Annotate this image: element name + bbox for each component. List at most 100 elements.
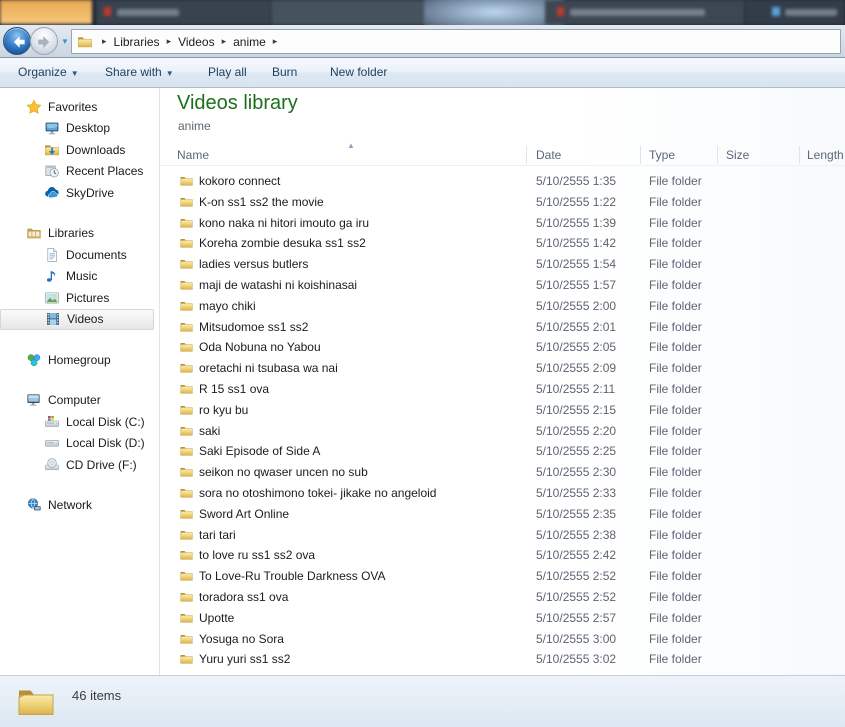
file-row[interactable]: R 15 ss1 ova 5/10/2555 2:11 File folder xyxy=(160,379,845,400)
folder-icon xyxy=(179,236,194,250)
file-row[interactable]: tari tari 5/10/2555 2:38 File folder xyxy=(160,525,845,546)
breadcrumb-item-videos[interactable]: Videos xyxy=(178,35,214,49)
file-row[interactable]: mayo chiki 5/10/2555 2:00 File folder xyxy=(160,296,845,317)
file-date: 5/10/2555 2:15 xyxy=(536,402,617,417)
file-name: toradora ss1 ova xyxy=(199,589,289,604)
sidebar-item-computer[interactable]: Computer xyxy=(0,390,159,412)
file-type: File folder xyxy=(649,194,702,209)
column-header-length[interactable]: Length xyxy=(807,148,844,162)
toolbar-button-new-folder[interactable]: New folder xyxy=(330,65,387,79)
file-row[interactable]: To Love-Ru Trouble Darkness OVA 5/10/2555… xyxy=(160,566,845,587)
status-bar: 46 items xyxy=(0,675,845,727)
sidebar-item-cd-drive-f[interactable]: CD Drive (F:) xyxy=(0,454,159,476)
sidebar-item-videos[interactable]: Videos xyxy=(0,308,154,330)
system-disk-icon xyxy=(44,414,60,430)
toolbar-button-play-all[interactable]: Play all xyxy=(208,65,247,79)
file-type: File folder xyxy=(649,465,702,480)
sidebar-item-libraries[interactable]: Libraries xyxy=(0,223,159,245)
forward-button[interactable] xyxy=(30,27,58,55)
breadcrumb-item-anime[interactable]: anime xyxy=(233,35,266,49)
column-header-name[interactable]: Name xyxy=(177,148,209,162)
back-icon xyxy=(13,36,25,48)
sidebar-item-skydrive[interactable]: SkyDrive xyxy=(0,182,159,204)
breadcrumb-item-libraries[interactable]: Libraries xyxy=(114,35,160,49)
sidebar-item-downloads[interactable]: Downloads xyxy=(0,139,159,161)
sidebar-item-label: Music xyxy=(66,269,98,284)
file-type: File folder xyxy=(649,423,702,438)
file-row[interactable]: Yosuga no Sora 5/10/2555 3:00 File folder xyxy=(160,629,845,650)
file-name: Koreha zombie desuka ss1 ss2 xyxy=(199,236,366,251)
file-date: 5/10/2555 2:25 xyxy=(536,444,617,459)
file-date: 5/10/2555 2:01 xyxy=(536,319,617,334)
sidebar-item-pictures[interactable]: Pictures xyxy=(0,287,159,309)
file-date: 5/10/2555 2:09 xyxy=(536,361,617,376)
sidebar-item-local-disk-c[interactable]: Local Disk (C:) xyxy=(0,411,159,433)
cd-drive-icon xyxy=(44,457,60,473)
sidebar-item-music[interactable]: Music xyxy=(0,266,159,288)
file-row[interactable]: kono naka ni hitori imouto ga iru 5/10/25… xyxy=(160,213,845,234)
address-breadcrumb-bar[interactable]: ▸ Libraries ▸ Videos ▸ anime ▸ xyxy=(71,29,841,54)
sidebar-item-documents[interactable]: Documents xyxy=(0,244,159,266)
background-orange-block xyxy=(0,0,92,24)
file-list: kokoro connect 5/10/2555 1:35 File folder K… xyxy=(160,171,845,670)
chevron-down-icon: ▼ xyxy=(165,69,174,78)
column-header-type[interactable]: Type xyxy=(649,148,675,162)
sidebar-item-local-disk-d[interactable]: Local Disk (D:) xyxy=(0,433,159,455)
breadcrumb-separator-icon: ▸ xyxy=(272,36,278,46)
file-row[interactable]: Upotte 5/10/2555 2:57 File folder xyxy=(160,608,845,629)
computer-icon xyxy=(26,392,42,408)
file-type: File folder xyxy=(649,548,702,563)
sidebar-item-favorites[interactable]: Favorites xyxy=(0,96,159,118)
column-header-date[interactable]: Date xyxy=(536,148,561,162)
column-header-size[interactable]: Size xyxy=(726,148,749,162)
file-type: File folder xyxy=(649,485,702,500)
file-type: File folder xyxy=(649,631,702,646)
folder-icon xyxy=(16,682,56,722)
recent-pages-chevron[interactable]: ▼ xyxy=(61,37,69,46)
background-tab-text xyxy=(570,9,705,16)
window-body: Favorites Desktop Downloads Recent Places Sk… xyxy=(0,88,845,675)
file-row[interactable]: maji de watashi ni koishinasai 5/10/2555 … xyxy=(160,275,845,296)
toolbar-button-share-with[interactable]: Share with ▼ xyxy=(105,65,174,79)
file-date: 5/10/2555 2:35 xyxy=(536,506,617,521)
sidebar-item-recent-places[interactable]: Recent Places xyxy=(0,161,159,183)
file-row[interactable]: Koreha zombie desuka ss1 ss2 5/10/2555 1:… xyxy=(160,233,845,254)
sidebar-section-libraries: Libraries Documents Music Pictures Videos xyxy=(0,223,159,330)
toolbar-button-burn[interactable]: Burn xyxy=(272,65,297,79)
file-row[interactable]: Yuru yuri ss1 ss2 5/10/2555 3:02 File fold… xyxy=(160,649,845,670)
sidebar-item-network[interactable]: Network xyxy=(0,495,159,517)
folder-icon xyxy=(179,278,194,292)
file-row[interactable]: ro kyu bu 5/10/2555 2:15 File folder xyxy=(160,400,845,421)
file-date: 5/10/2555 1:39 xyxy=(536,215,617,230)
file-row[interactable]: oretachi ni tsubasa wa nai 5/10/2555 2:09… xyxy=(160,358,845,379)
file-row[interactable]: seikon no qwaser uncen no sub 5/10/2555 2… xyxy=(160,462,845,483)
file-row[interactable]: toradora ss1 ova 5/10/2555 2:52 File folde… xyxy=(160,587,845,608)
forward-icon xyxy=(38,36,50,48)
sidebar-item-desktop[interactable]: Desktop xyxy=(0,118,159,140)
file-name: kono naka ni hitori imouto ga iru xyxy=(199,215,370,230)
command-toolbar: Organize ▼ Share with ▼ Play all Burn New fold… xyxy=(0,58,845,88)
sidebar-item-label: Favorites xyxy=(48,99,98,114)
file-row[interactable]: Mitsudomoe ss1 ss2 5/10/2555 2:01 File fol… xyxy=(160,317,845,338)
sidebar-item-homegroup[interactable]: Homegroup xyxy=(0,349,159,371)
file-name: maji de watashi ni koishinasai xyxy=(199,277,358,292)
file-date: 5/10/2555 1:42 xyxy=(536,236,617,251)
network-icon xyxy=(26,497,42,513)
file-row[interactable]: to love ru ss1 ss2 ova 5/10/2555 2:42 File… xyxy=(160,545,845,566)
file-row[interactable]: Oda Nobuna no Yabou 5/10/2555 2:05 File fo… xyxy=(160,337,845,358)
folder-icon xyxy=(179,195,194,209)
back-button[interactable] xyxy=(3,27,31,55)
file-row[interactable]: saki 5/10/2555 2:20 File folder xyxy=(160,421,845,442)
file-row[interactable]: Saki Episode of Side A 5/10/2555 2:25 File… xyxy=(160,441,845,462)
file-row[interactable]: sora no otoshimono tokei- jikake no ange… xyxy=(160,483,845,504)
toolbar-button-organize[interactable]: Organize ▼ xyxy=(18,65,79,79)
file-row[interactable]: kokoro connect 5/10/2555 1:35 File folder xyxy=(160,171,845,192)
file-row[interactable]: Sword Art Online 5/10/2555 2:35 File folde… xyxy=(160,504,845,525)
file-type: File folder xyxy=(649,506,702,521)
file-row[interactable]: K-on ss1 ss2 the movie 5/10/2555 1:22 File… xyxy=(160,192,845,213)
file-name: mayo chiki xyxy=(199,298,256,313)
sidebar-item-label: Local Disk (C:) xyxy=(66,414,145,429)
file-name: R 15 ss1 ova xyxy=(199,381,270,396)
chevron-down-icon: ▼ xyxy=(70,69,79,78)
file-row[interactable]: ladies versus butlers 5/10/2555 1:54 File … xyxy=(160,254,845,275)
